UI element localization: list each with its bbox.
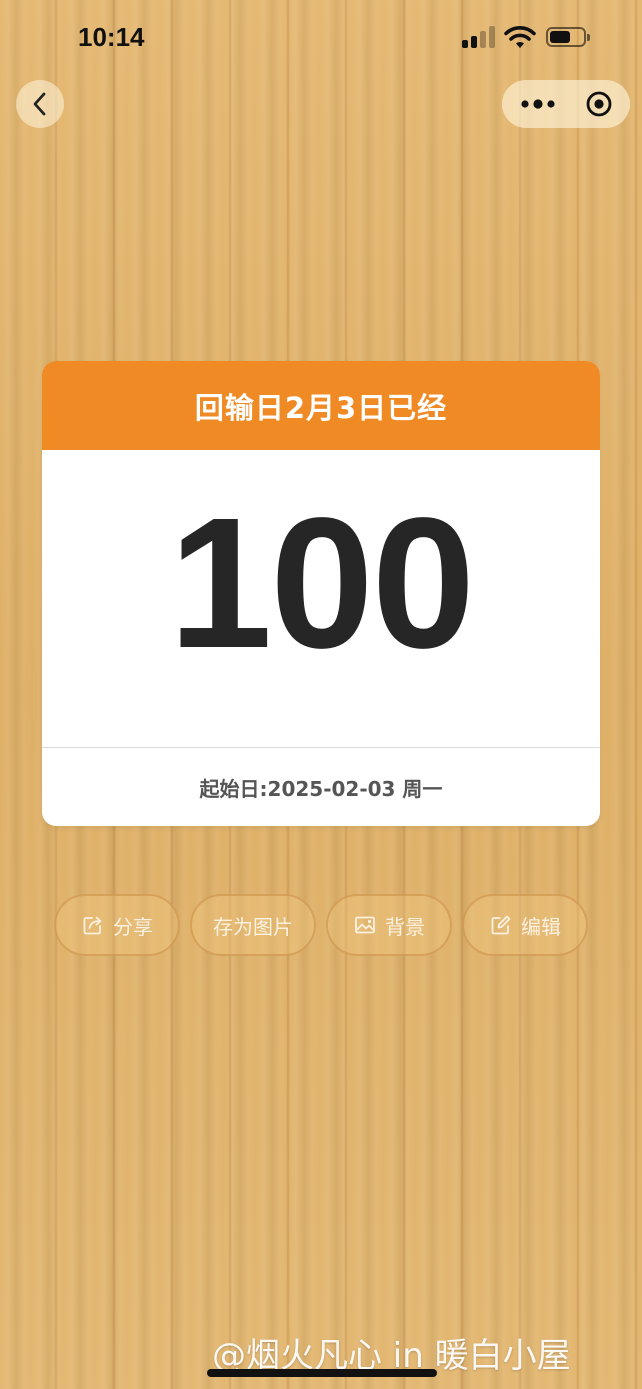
day-counter-card: 回输日2月3日已经 100 起始日:2025-02-03 周一 — [42, 361, 600, 826]
home-indicator[interactable] — [207, 1369, 437, 1377]
battery-icon — [546, 27, 590, 47]
background-button[interactable]: 背景 — [326, 894, 452, 956]
background-label: 背景 — [385, 914, 425, 939]
close-mini-program-button[interactable] — [586, 91, 612, 117]
more-button[interactable] — [520, 92, 556, 116]
chevron-left-icon — [33, 92, 46, 116]
share-icon — [83, 916, 102, 935]
save-image-button[interactable]: 存为图片 — [190, 894, 316, 956]
day-count: 100 — [168, 480, 475, 687]
back-button[interactable] — [16, 80, 64, 128]
edit-button[interactable]: 编辑 — [462, 894, 588, 956]
wifi-icon — [504, 26, 536, 48]
mini-program-capsule — [502, 80, 630, 128]
cellular-signal-icon — [462, 26, 496, 48]
status-time: 10:14 — [78, 22, 145, 52]
share-label: 分享 — [113, 914, 153, 939]
start-date: 起始日:2025-02-03 周一 — [199, 776, 443, 801]
card-header: 回输日2月3日已经 — [42, 361, 600, 450]
save-image-label: 存为图片 — [213, 914, 293, 939]
share-button[interactable]: 分享 — [54, 894, 180, 956]
edit-icon — [491, 915, 511, 935]
action-bar: 分享 存为图片 背景 编辑 — [54, 894, 588, 956]
edit-label: 编辑 — [521, 914, 561, 939]
status-bar: 10:14 — [0, 0, 642, 80]
card-title: 回输日2月3日已经 — [194, 390, 448, 425]
image-icon — [355, 916, 375, 934]
